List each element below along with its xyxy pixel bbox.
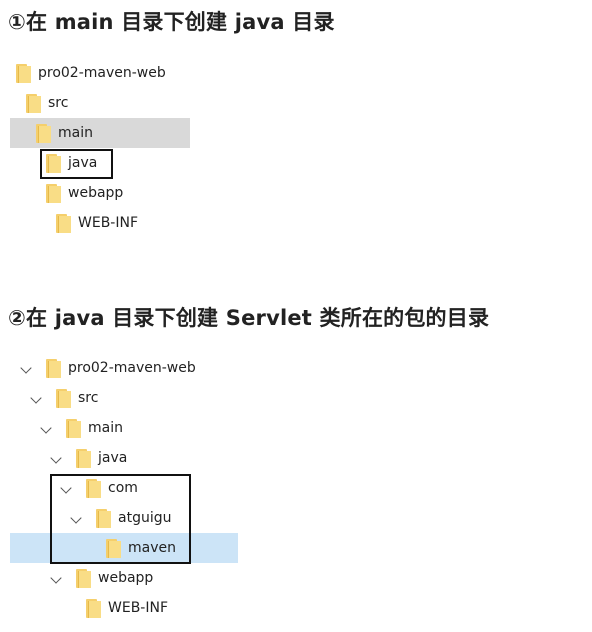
section2-title: ②在 java 目录下创建 Servlet 类所在的包的目录: [8, 306, 490, 330]
chevron-down-icon[interactable]: [30, 392, 42, 404]
tree1-row-src[interactable]: src: [10, 88, 190, 118]
tree-item-label: main: [88, 420, 123, 436]
folder-icon: [86, 598, 101, 618]
tree-item-label: WEB-INF: [78, 215, 138, 231]
folder-icon: [66, 418, 81, 438]
folder-icon: [56, 213, 71, 233]
chevron-down-icon[interactable]: [50, 452, 62, 464]
tree-item-label: pro02-maven-web: [68, 360, 196, 376]
folder-icon: [26, 93, 41, 113]
highlight-box-java: [40, 149, 113, 179]
folder-icon: [76, 448, 91, 468]
section1-title: ①在 main 目录下创建 java 目录: [8, 10, 335, 34]
tree1-row-pro02-maven-web[interactable]: pro02-maven-web: [10, 58, 190, 88]
tree-item-label: java: [98, 450, 128, 466]
tree2-row-src[interactable]: src: [10, 383, 238, 413]
folder-icon: [16, 63, 31, 83]
folder-icon: [46, 183, 61, 203]
tree2-row-main[interactable]: main: [10, 413, 238, 443]
tree-item-label: webapp: [98, 570, 154, 586]
folder-icon: [76, 568, 91, 588]
tree-item-label: main: [58, 125, 93, 141]
tree2-row-pro02-maven-web[interactable]: pro02-maven-web: [10, 353, 238, 383]
tree2-row-java[interactable]: java: [10, 443, 238, 473]
chevron-down-icon[interactable]: [50, 572, 62, 584]
folder-icon: [46, 358, 61, 378]
tree-item-label: WEB-INF: [108, 600, 168, 616]
folder-icon: [56, 388, 71, 408]
tree1-row-main[interactable]: main: [10, 118, 190, 148]
highlight-box-package: [50, 474, 191, 564]
chevron-down-icon[interactable]: [20, 362, 32, 374]
tree1-row-webapp[interactable]: webapp: [10, 178, 190, 208]
folder-icon: [36, 123, 51, 143]
chevron-down-icon[interactable]: [40, 422, 52, 434]
tree2-row-web-inf[interactable]: WEB-INF: [10, 593, 238, 623]
tree-item-label: src: [78, 390, 99, 406]
tree2-row-webapp[interactable]: webapp: [10, 563, 238, 593]
tree1-row-web-inf[interactable]: WEB-INF: [10, 208, 190, 238]
tree-item-label: webapp: [68, 185, 124, 201]
tree-item-label: pro02-maven-web: [38, 65, 166, 81]
tree-item-label: src: [48, 95, 69, 111]
